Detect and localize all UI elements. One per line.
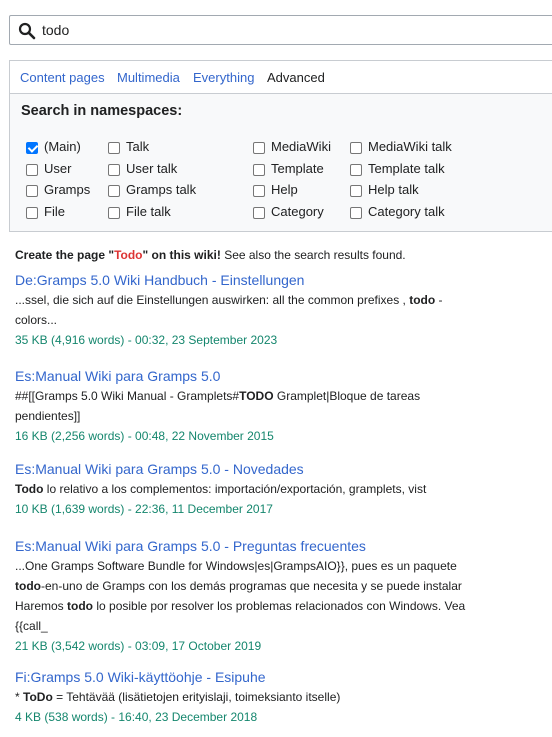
namespace-checkbox-help-talk[interactable] <box>350 185 362 197</box>
namespace-checkbox-gramps-talk[interactable] <box>108 185 120 197</box>
search-match-highlight: todo <box>67 599 94 613</box>
search-result: De:Gramps 5.0 Wiki Handbuch - Einstellun… <box>15 272 443 350</box>
result-title-link[interactable]: Es:Manual Wiki para Gramps 5.0 <box>15 368 420 384</box>
advanced-search-panel: Content pages Multimedia Everything Adva… <box>9 60 552 232</box>
namespace-checkbox-template-talk[interactable] <box>350 164 362 176</box>
namespace-label-help-talk[interactable]: Help talk <box>368 182 419 197</box>
result-snippet: * ToDo = Tehtävää (lisätietojen erityisl… <box>15 690 341 704</box>
search-match-highlight: TODO <box>239 389 274 403</box>
search-result: Es:Manual Wiki para Gramps 5.0 - Pregunt… <box>15 538 465 656</box>
result-metadata: 10 KB (1,639 words) - 22:36, 11 December… <box>15 502 273 516</box>
namespace-checkbox-help[interactable] <box>253 185 265 197</box>
namespace-checkbox-category[interactable] <box>253 207 265 219</box>
namespace-checkbox-file-talk[interactable] <box>108 207 120 219</box>
result-snippet: ...ssel, die sich auf die Einstellungen … <box>15 293 443 307</box>
result-snippet: ...One Gramps Software Bundle for Window… <box>15 559 457 573</box>
namespace-checkbox-template[interactable] <box>253 164 265 176</box>
search-match-highlight: Todo <box>15 482 44 496</box>
search-result: Es:Manual Wiki para Gramps 5.0 ##[[Gramps… <box>15 368 420 446</box>
namespace-checkbox-user[interactable] <box>26 164 38 176</box>
search-input[interactable] <box>42 20 442 40</box>
result-title-link[interactable]: Fi:Gramps 5.0 Wiki-käyttöohje - Esipuhe <box>15 669 340 685</box>
namespace-label-gramps-talk[interactable]: Gramps talk <box>126 182 196 197</box>
search-match-highlight: todo <box>15 579 41 593</box>
namespace-label-file-talk[interactable]: File talk <box>126 204 171 219</box>
tab-everything[interactable]: Everything <box>193 70 254 85</box>
namespace-label-gramps[interactable]: Gramps <box>44 182 90 197</box>
result-snippet: {{call_ <box>15 619 48 633</box>
result-snippet: Haremos todo lo posible por resolver los… <box>15 599 466 613</box>
result-metadata: 16 KB (2,256 words) - 00:48, 22 November… <box>15 429 274 443</box>
result-snippet: todo-en-uno de Gramps con los demás prog… <box>15 579 462 593</box>
tab-advanced[interactable]: Advanced <box>267 70 325 85</box>
create-extra: See also the search results found. <box>220 248 406 262</box>
search-result: Es:Manual Wiki para Gramps 5.0 - Novedad… <box>15 461 426 519</box>
search-icon <box>18 22 36 40</box>
create-prefix: Create the page " <box>15 248 115 262</box>
namespace-label-user-talk[interactable]: User talk <box>126 161 177 176</box>
search-match-highlight: todo <box>409 293 436 307</box>
tab-content-pages[interactable]: Content pages <box>20 70 105 85</box>
result-snippet: pendientes]] <box>15 409 81 423</box>
namespace-label-mediawiki-talk[interactable]: MediaWiki talk <box>368 139 452 154</box>
namespace-label-category-talk[interactable]: Category talk <box>368 204 445 219</box>
namespace-label-main[interactable]: (Main) <box>44 139 81 154</box>
result-snippet: Todo lo relativo a los complementos: imp… <box>15 482 427 496</box>
namespace-label-template-talk[interactable]: Template talk <box>368 161 445 176</box>
namespace-label-user[interactable]: User <box>44 161 71 176</box>
result-metadata: 4 KB (538 words) - 16:40, 23 December 20… <box>15 710 258 724</box>
namespace-checkbox-category-talk[interactable] <box>350 207 362 219</box>
namespace-checkbox-mediawiki-talk[interactable] <box>350 142 362 154</box>
namespace-checkbox-user-talk[interactable] <box>108 164 120 176</box>
namespace-checkbox-file[interactable] <box>26 207 38 219</box>
create-page-link[interactable]: Todo <box>114 248 142 262</box>
namespace-label-help[interactable]: Help <box>271 182 298 197</box>
namespace-label-file[interactable]: File <box>44 204 65 219</box>
namespace-checkbox-mediawiki[interactable] <box>253 142 265 154</box>
result-snippet: colors... <box>15 313 58 327</box>
namespace-checkbox-talk[interactable] <box>108 142 120 154</box>
result-title-link[interactable]: De:Gramps 5.0 Wiki Handbuch - Einstellun… <box>15 272 443 288</box>
namespace-checkbox-main[interactable] <box>26 142 38 154</box>
create-page-notice: Create the page "Todo" on this wiki! See… <box>15 248 406 262</box>
namespace-label-mediawiki[interactable]: MediaWiki <box>271 139 331 154</box>
namespace-label-template[interactable]: Template <box>271 161 324 176</box>
result-title-link[interactable]: Es:Manual Wiki para Gramps 5.0 - Novedad… <box>15 461 426 477</box>
result-metadata: 21 KB (3,542 words) - 03:09, 17 October … <box>15 639 262 653</box>
namespace-label-talk[interactable]: Talk <box>126 139 149 154</box>
search-result: Fi:Gramps 5.0 Wiki-käyttöohje - Esipuhe *… <box>15 669 340 727</box>
tab-multimedia[interactable]: Multimedia <box>117 70 180 85</box>
namespace-checkbox-gramps[interactable] <box>26 185 38 197</box>
namespace-label-category[interactable]: Category <box>271 204 324 219</box>
search-profile-tabs: Content pages Multimedia Everything Adva… <box>10 61 552 94</box>
namespace-options: Search in namespaces: (Main) User Gramps Fi… <box>10 94 552 231</box>
search-match-highlight: ToDo <box>23 690 53 704</box>
create-suffix: " on this wiki! <box>142 248 221 262</box>
namespaces-heading: Search in namespaces: <box>21 103 183 119</box>
result-snippet: ##[[Gramps 5.0 Wiki Manual - Gramplets#T… <box>15 389 421 403</box>
result-title-link[interactable]: Es:Manual Wiki para Gramps 5.0 - Pregunt… <box>15 538 465 554</box>
search-box[interactable] <box>9 15 552 45</box>
result-metadata: 35 KB (4,916 words) - 00:32, 23 Septembe… <box>15 333 278 347</box>
